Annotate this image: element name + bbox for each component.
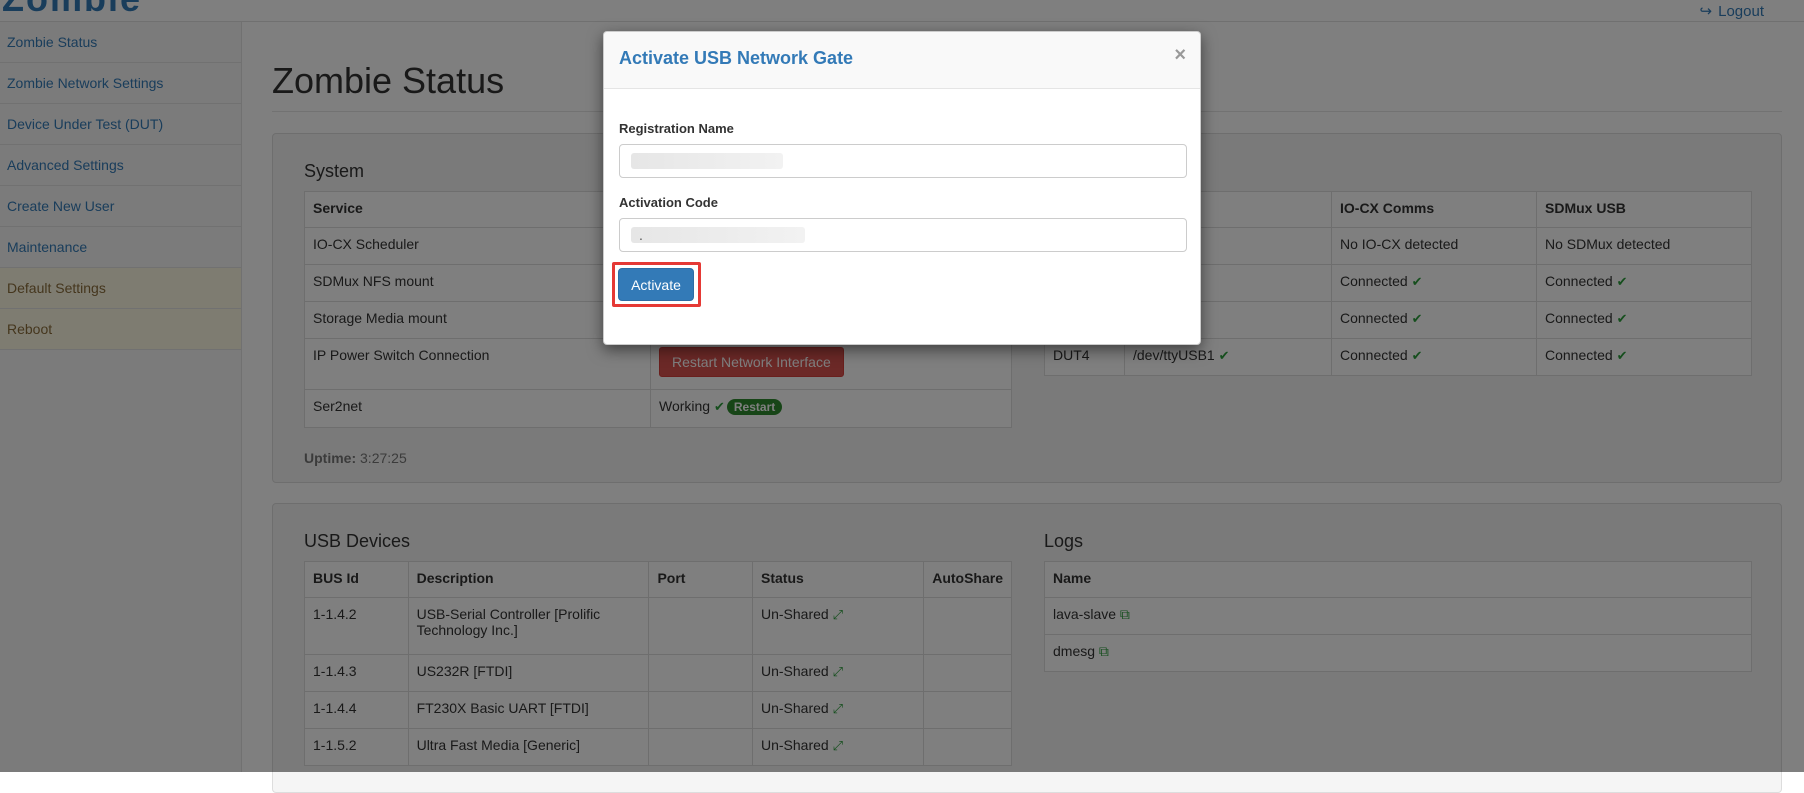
- close-icon[interactable]: ×: [1174, 44, 1186, 67]
- registration-name-input[interactable]: [619, 144, 1187, 178]
- redacted-value: [631, 153, 783, 169]
- activate-usb-network-gate-dialog: Activate USB Network Gate × Registration…: [603, 31, 1201, 345]
- modal-header: Activate USB Network Gate ×: [604, 32, 1200, 89]
- activation-code-input[interactable]: .: [619, 218, 1187, 252]
- registration-name-label: Registration Name: [619, 121, 734, 136]
- activate-button[interactable]: Activate: [618, 268, 694, 301]
- modal-title: Activate USB Network Gate: [619, 48, 854, 68]
- redacted-value: [631, 227, 805, 243]
- activation-code-char: .: [639, 227, 643, 243]
- activation-code-label: Activation Code: [619, 195, 718, 210]
